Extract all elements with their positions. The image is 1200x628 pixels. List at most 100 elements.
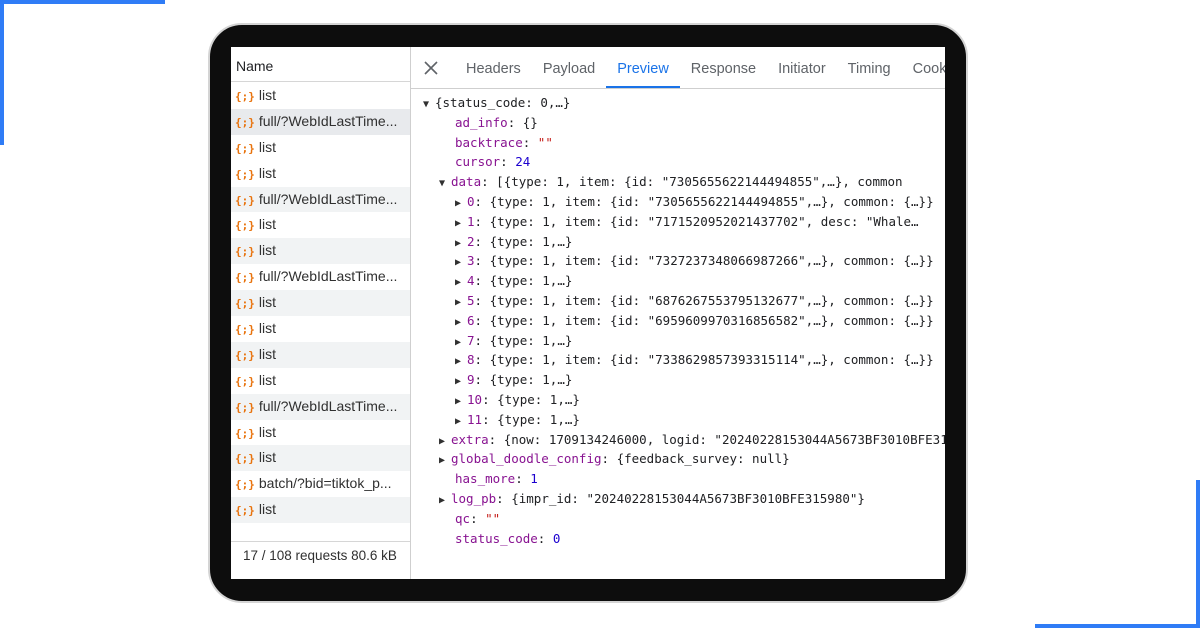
tree-row-status-code: status_code: 0 [455,530,561,546]
tree-row-global-doodle-config[interactable]: ▶ global_doodle_config: {feedback_survey:… [411,449,945,469]
tree-row-data-item[interactable]: ▶ 7: {type: 1,…} [411,331,945,351]
json-key: has_more [455,471,516,487]
json-file-icon: {;} [235,504,255,518]
request-name: list [258,294,276,311]
request-list: {;} list {;} full/?WebIdLastTime... {;} lis… [231,83,410,524]
json-value: {type: 1,…} [497,411,580,427]
json-index: 2 [467,233,475,249]
request-name: list [258,138,276,155]
request-row[interactable]: {;} full/?WebIdLastTime... [231,264,410,290]
request-row[interactable]: {;} full/?WebIdLastTime... [231,186,410,213]
tree-row-log-pb[interactable]: ▶ log_pb: {impr_id: "20240228153044A5673B… [411,489,945,509]
json-file-icon: {;} [235,90,255,103]
json-value: {type: 1, item: {id: "730565562214449485… [489,193,934,209]
request-row[interactable]: {;} list [231,83,410,109]
tree-row-data-item[interactable]: ▶ 0: {type: 1, item: {id: "73056556221444… [411,192,945,212]
json-value: 0 [552,530,561,546]
request-row[interactable]: {;} full/?WebIdLastTime... [231,108,410,135]
json-file-icon: {;} [235,193,255,207]
tab-preview[interactable]: Preview [606,47,680,88]
json-value: {type: 1, item: {id: "732723734806698726… [489,253,934,269]
detail-tabs: Headers Payload Preview Response Initiat… [455,47,945,88]
tree-row-data-item[interactable]: ▶ 9: {type: 1,…} [411,370,945,390]
json-value: "" [485,510,501,526]
json-file-icon: {;} [235,478,255,492]
accent-bar-bottom-right [1035,624,1200,628]
json-preview-tree: ▼ {status_code: 0,…} ad_info: {} backtrac… [411,93,945,548]
tab-response[interactable]: Response [680,47,767,88]
json-file-icon: {;} [235,374,255,388]
request-row[interactable]: {;} list [231,368,410,394]
request-name: batch/?bid=tiktok_p... [258,475,392,492]
json-value: {feedback_survey: null} [616,451,790,467]
close-icon[interactable] [423,60,439,76]
json-value: "" [537,134,553,150]
json-key: backtrace [455,134,523,150]
tab-cookies[interactable]: Cookies [902,47,945,88]
request-row[interactable]: {;} list [231,445,410,472]
request-row[interactable]: {;} batch/?bid=tiktok_p... [231,471,410,497]
request-list-pane: Name {;} list {;} full/?WebIdLastTime... {… [231,47,411,579]
json-file-icon: {;} [235,297,255,311]
request-summary-status: 17 / 108 requests 80.6 kB [231,541,410,579]
tree-root[interactable]: ▼ {status_code: 0,…} [411,93,945,113]
request-row[interactable]: {;} list [231,290,410,317]
tree-row-data-item[interactable]: ▶ 1: {type: 1, item: {id: "71715209520214… [411,212,945,232]
accent-bar-top-left [0,0,165,4]
request-name: list [258,216,276,233]
tree-row-ad-info: ad_info: {} [455,114,538,130]
request-row[interactable]: {;} list [231,135,410,161]
json-index: 8 [467,352,475,368]
json-index: 7 [467,332,475,348]
name-column-header[interactable]: Name [231,47,410,82]
json-key: data [451,174,482,190]
request-row[interactable]: {;} list [231,161,410,187]
tree-row-data-item[interactable]: ▶ 10: {type: 1,…} [411,390,945,410]
tab-payload[interactable]: Payload [532,47,606,88]
tree-row-qc: qc: "" [455,510,501,526]
tree-row-data-item[interactable]: ▶ 5: {type: 1, item: {id: "68762675537951… [411,291,945,311]
root-summary: {status_code: 0,…} [435,95,571,110]
accent-bar-left [0,0,4,145]
json-index: 6 [467,312,475,328]
request-name: list [258,164,276,181]
json-value: {impr_id: "20240228153044A5673BF3010BFE3… [511,490,865,506]
tree-row-data[interactable]: ▼ data: [{type: 1, item: {id: "7305655622… [411,172,945,192]
json-key: qc [455,510,471,526]
tree-row-data-item[interactable]: ▶ 2: {type: 1,…} [411,232,945,252]
json-index: 5 [467,292,475,308]
json-value: {type: 1, item: {id: "733862985739331511… [489,352,934,368]
request-row[interactable]: {;} list [231,497,410,524]
json-file-icon: {;} [235,452,255,466]
json-file-icon: {;} [235,219,255,233]
tree-row-data-item[interactable]: ▶ 8: {type: 1, item: {id: "73386298573933… [411,350,945,370]
request-row[interactable]: {;} full/?WebIdLastTime... [231,393,410,420]
tree-row-cursor: cursor: 24 [455,154,531,170]
tree-row-data-item[interactable]: ▶ 6: {type: 1, item: {id: "69596099703168… [411,311,945,331]
request-name: list [258,320,276,337]
request-row[interactable]: {;} list [231,316,410,342]
tree-row-data-item[interactable]: ▶ 4: {type: 1,…} [411,271,945,291]
tree-row-has-more: has_more: 1 [455,471,538,487]
json-key: cursor [455,154,501,170]
json-index: 10 [467,391,483,407]
json-file-icon: {;} [235,323,255,337]
tab-timing[interactable]: Timing [837,47,902,88]
tab-initiator[interactable]: Initiator [767,47,837,88]
tree-row-data-item[interactable]: ▶ 3: {type: 1, item: {id: "73272373480669… [411,251,945,271]
tree-row-data-item[interactable]: ▶ 11: {type: 1,…} [411,410,945,430]
tab-headers[interactable]: Headers [455,47,532,88]
json-value: {type: 1,…} [489,332,573,348]
json-value: {type: 1, item: {id: "695960997031685658… [489,312,934,328]
json-value: {type: 1,…} [489,233,573,249]
tree-row-backtrace: backtrace: "" [455,134,553,150]
request-name: list [258,449,276,466]
request-detail-pane: Headers Payload Preview Response Initiat… [411,47,945,579]
request-row[interactable]: {;} list [231,238,410,265]
request-row[interactable]: {;} list [231,212,410,238]
json-value: {type: 1,…} [489,273,573,289]
tree-row-extra[interactable]: ▶ extra: {now: 1709134246000, logid: "202… [411,430,945,450]
request-row[interactable]: {;} list [231,341,410,368]
request-row[interactable]: {;} list [231,420,410,446]
json-key: status_code [455,530,538,546]
